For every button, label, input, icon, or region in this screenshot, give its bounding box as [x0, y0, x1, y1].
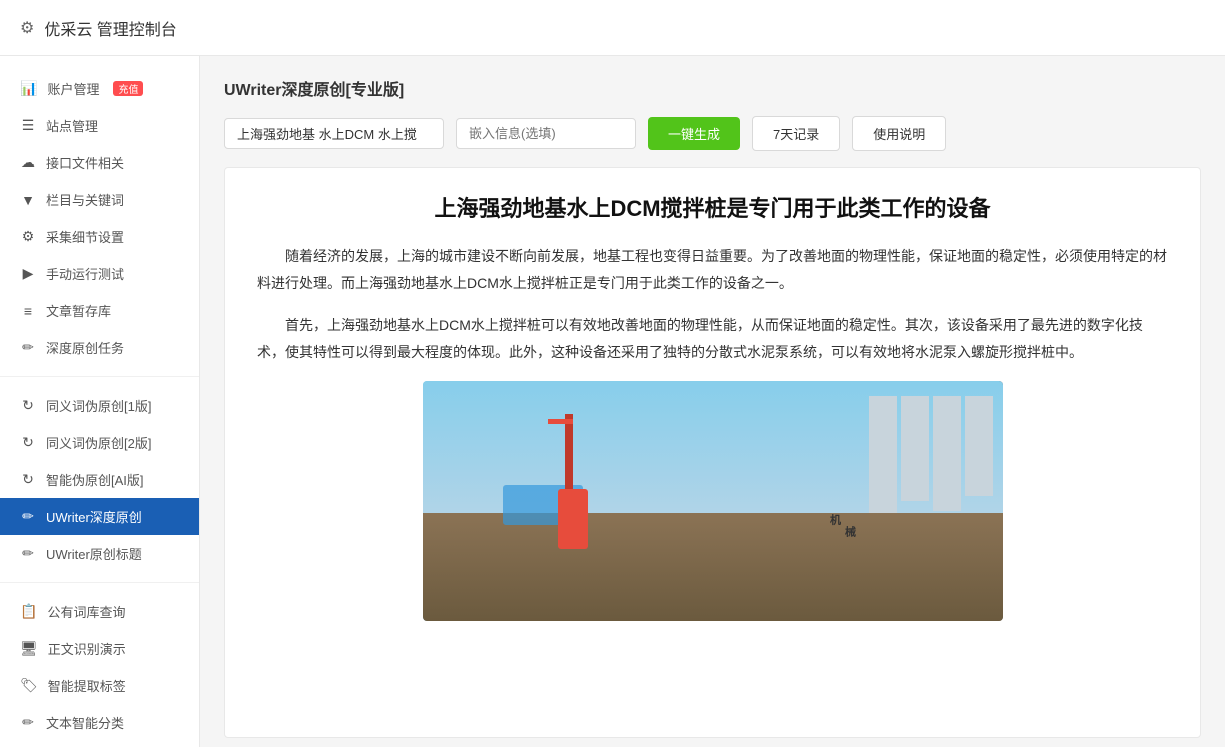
image-char2: 械 — [842, 526, 858, 537]
edit-icon: ✏ — [20, 339, 36, 356]
sidebar-item-uwriter[interactable]: ✏ UWriter深度原创 — [0, 498, 199, 535]
sidebar: 📊 账户管理 充值 ☰ 站点管理 ☁ 接口文件相关 ▼ 栏目与关键词 ⚙ 采集细… — [0, 56, 200, 747]
gear-icon: ⚙ — [20, 18, 34, 38]
settings-icon: ⚙ — [20, 228, 36, 245]
sidebar-label-interface: 接口文件相关 — [46, 153, 124, 172]
sidebar-item-manual[interactable]: ▶ 手动运行测试 — [0, 255, 199, 292]
machine-body — [558, 489, 588, 549]
article-title: 上海强劲地基水上DCM搅拌桩是专门用于此类工作的设备 — [257, 192, 1168, 225]
embed-input[interactable] — [456, 118, 636, 149]
sidebar-item-pseudo1[interactable]: ↻ 同义词伪原创[1版] — [0, 387, 199, 424]
recharge-badge: 充值 — [113, 81, 143, 96]
phrase-icon: 📋 — [20, 603, 37, 620]
sidebar-label-account: 账户管理 — [47, 79, 99, 98]
machine-arm — [548, 419, 573, 424]
play-icon: ▶ — [20, 265, 36, 282]
main-content: UWriter深度原创[专业版] 一键生成 7天记录 使用说明 上海强劲地基水上… — [200, 56, 1225, 747]
list-icon: ☰ — [20, 117, 36, 134]
sidebar-label-uwriter-title: UWriter原创标题 — [46, 544, 142, 563]
sidebar-item-columns[interactable]: ▼ 栏目与关键词 — [0, 181, 199, 218]
tag-icon: 🏷 — [20, 677, 38, 694]
keywords-input[interactable] — [224, 118, 444, 149]
image-ground — [423, 513, 1003, 621]
sidebar-label-columns: 栏目与关键词 — [46, 190, 124, 209]
sidebar-label-collect: 采集细节设置 — [46, 227, 124, 246]
article-para-1: 随着经济的发展，上海的城市建设不断向前发展，地基工程也变得日益重要。为了改善地面… — [257, 243, 1168, 296]
sidebar-label-tags: 智能提取标签 — [48, 676, 126, 695]
article-para-2: 首先，上海强劲地基水上DCM水上搅拌桩可以有效地改善地面的物理性能，从而保证地面… — [257, 312, 1168, 365]
refresh3-icon: ↻ — [20, 471, 36, 488]
sidebar-label-site: 站点管理 — [46, 116, 98, 135]
sidebar-item-ai-pseudo[interactable]: ↻ 智能伪原创[AI版] — [0, 461, 199, 498]
history-button[interactable]: 7天记录 — [752, 116, 840, 151]
classify-icon: ✏ — [20, 714, 36, 731]
sidebar-label-manual: 手动运行测试 — [46, 264, 124, 283]
archive-icon: ≡ — [20, 303, 36, 319]
app-title: 优采云 管理控制台 — [44, 16, 176, 40]
sidebar-label-pseudo1: 同义词伪原创[1版] — [46, 396, 151, 415]
page-title: UWriter深度原创[专业版] — [224, 76, 1201, 100]
sidebar-item-pseudo2[interactable]: ↻ 同义词伪原创[2版] — [0, 424, 199, 461]
sidebar-label-deep-task: 深度原创任务 — [46, 338, 124, 357]
sidebar-item-collect[interactable]: ⚙ 采集细节设置 — [0, 218, 199, 255]
sidebar-item-site[interactable]: ☰ 站点管理 — [0, 107, 199, 144]
sidebar-item-interface[interactable]: ☁ 接口文件相关 — [0, 144, 199, 181]
article-content-box[interactable]: 上海强劲地基水上DCM搅拌桩是专门用于此类工作的设备 随着经济的发展，上海的城市… — [224, 167, 1201, 738]
sidebar-label-ai-pseudo: 智能伪原创[AI版] — [46, 470, 144, 489]
cloud-icon: ☁ — [20, 154, 36, 171]
building-1 — [869, 396, 897, 516]
sidebar-item-tags[interactable]: 🏷 智能提取标签 — [0, 667, 199, 704]
image-buildings — [869, 396, 993, 516]
divider-2 — [0, 582, 199, 583]
generate-button[interactable]: 一键生成 — [648, 117, 740, 150]
sidebar-item-uwriter-title[interactable]: ✏ UWriter原创标题 — [0, 535, 199, 572]
building-4 — [965, 396, 993, 496]
sidebar-label-phrase: 公有词库查询 — [47, 602, 125, 621]
sidebar-section-2: ↻ 同义词伪原创[1版] ↻ 同义词伪原创[2版] ↻ 智能伪原创[AI版] ✏… — [0, 383, 199, 576]
main-layout: 📊 账户管理 充值 ☰ 站点管理 ☁ 接口文件相关 ▼ 栏目与关键词 ⚙ 采集细… — [0, 56, 1225, 747]
chart-icon: 📊 — [20, 80, 37, 97]
machine-pole — [565, 414, 573, 494]
article-image: 机 械 — [423, 381, 1003, 621]
toolbar: 一键生成 7天记录 使用说明 — [224, 116, 1201, 151]
refresh2-icon: ↻ — [20, 434, 36, 451]
sidebar-label-uwriter: UWriter深度原创 — [46, 507, 142, 526]
sidebar-item-deep-task[interactable]: ✏ 深度原创任务 — [0, 329, 199, 366]
monitor-icon: 🖥 — [20, 640, 38, 657]
sidebar-section-1: 📊 账户管理 充值 ☰ 站点管理 ☁ 接口文件相关 ▼ 栏目与关键词 ⚙ 采集细… — [0, 66, 199, 370]
uwriter-icon: ✏ — [20, 508, 36, 525]
filter-icon: ▼ — [20, 192, 36, 208]
sidebar-section-3: 📋 公有词库查询 🖥 正文识别演示 🏷 智能提取标签 ✏ 文本智能分类 — [0, 589, 199, 745]
help-button[interactable]: 使用说明 — [852, 116, 946, 151]
sidebar-label-archive: 文章暂存库 — [46, 301, 111, 320]
uwriter-title-icon: ✏ — [20, 545, 36, 562]
sidebar-item-phrase[interactable]: 📋 公有词库查询 — [0, 593, 199, 630]
sidebar-item-classify[interactable]: ✏ 文本智能分类 — [0, 704, 199, 741]
image-machine — [543, 419, 603, 549]
image-char1: 机 — [827, 514, 843, 525]
sidebar-label-classify: 文本智能分类 — [46, 713, 124, 732]
building-2 — [901, 396, 929, 501]
refresh-icon: ↻ — [20, 397, 36, 414]
building-3 — [933, 396, 961, 511]
sidebar-label-pseudo2: 同义词伪原创[2版] — [46, 433, 151, 452]
sidebar-item-recog[interactable]: 🖥 正文识别演示 — [0, 630, 199, 667]
sidebar-item-account[interactable]: 📊 账户管理 充值 — [0, 70, 199, 107]
sidebar-label-recog: 正文识别演示 — [48, 639, 126, 658]
header: ⚙ 优采云 管理控制台 — [0, 0, 1225, 56]
sidebar-item-archive[interactable]: ≡ 文章暂存库 — [0, 292, 199, 329]
divider-1 — [0, 376, 199, 377]
